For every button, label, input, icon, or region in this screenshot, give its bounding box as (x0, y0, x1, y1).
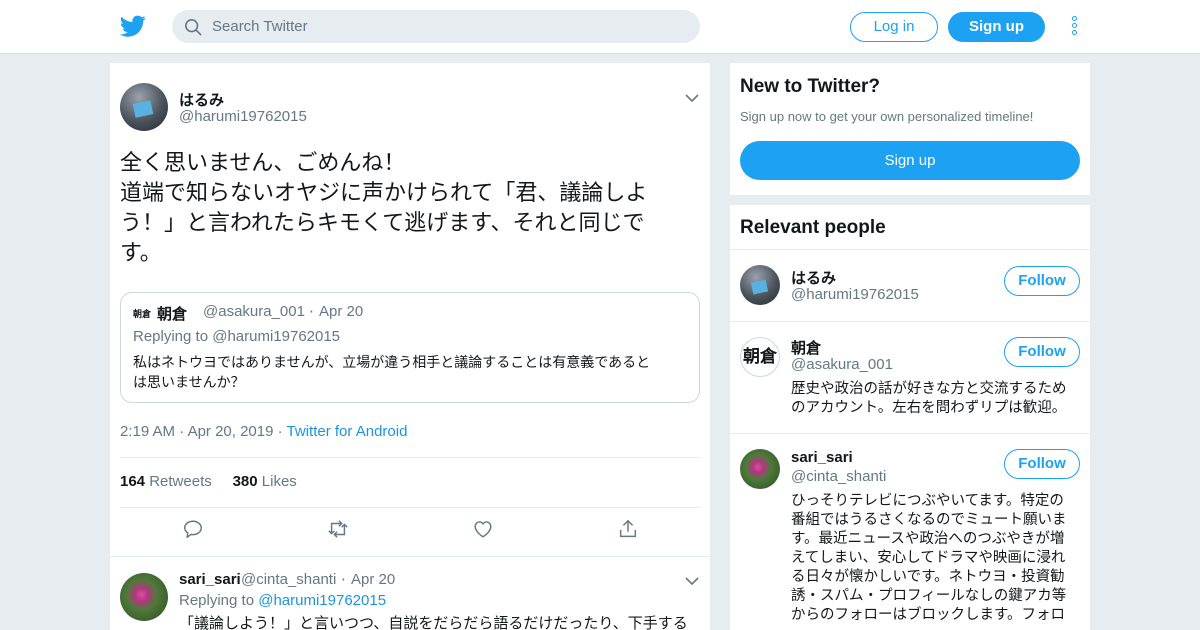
tweet-text-line: 全く思いません、ごめんね！ (120, 151, 406, 176)
bio-line: からのフォローはブロックします。フォロ (791, 607, 1066, 623)
tweet-text-line: う！」と言われたらキモくて逃げます、それと同じで (120, 211, 645, 236)
bio-line: ひっそりテレビにつぶやいてます。特定の (791, 493, 1064, 509)
divider (730, 433, 1090, 434)
bio-line: のアカウント。左右を問わずリプは歓迎。 (791, 400, 1067, 416)
chevron-down-icon[interactable] (685, 576, 699, 586)
quoted-replying-to: Replying to @harumi19762015 (133, 328, 341, 345)
twitter-bird-icon[interactable] (120, 13, 146, 39)
quoted-date: Apr 20 (319, 303, 364, 320)
follow-button[interactable]: Follow (1004, 266, 1080, 296)
person-handle[interactable]: @harumi19762015 (791, 286, 919, 303)
tweet-text-line: す。 (120, 241, 162, 266)
likes-label: Likes (261, 473, 297, 490)
divider (110, 556, 710, 557)
quoted-text: 私はネトウヨではありませんが、立場が違う相手と議論することは有意義であると は思… (133, 353, 693, 393)
bio-line: 歴史や政治の話が好きな方と交流するため (791, 381, 1067, 397)
retweets-count: 164 (120, 473, 146, 490)
separator-dot: · (341, 571, 346, 589)
tweet-time: 2:19 AM (120, 423, 176, 440)
person-handle[interactable]: @asakura_001 (791, 356, 893, 373)
reply-text: 「議論しよう！」と言いつつ、自説をだらだら語るだけだったり、下手する (179, 614, 688, 630)
chevron-down-icon[interactable] (685, 93, 699, 103)
likes-count: 380 (232, 473, 258, 490)
signup-card-title: New to Twitter? (740, 76, 881, 97)
bio-line: 番組ではうるさくなるのでミュート願いま (791, 512, 1067, 528)
separator-dot: · (309, 303, 314, 321)
search-input[interactable] (212, 10, 682, 43)
signup-button[interactable]: Sign up (948, 12, 1045, 42)
retweets-label: Retweets (149, 473, 212, 490)
person-name[interactable]: 朝倉 (791, 337, 821, 358)
follow-button[interactable]: Follow (1004, 449, 1080, 479)
retweet-icon[interactable] (327, 518, 349, 540)
tweet-actions (110, 518, 710, 548)
tweet-metadata: 2:19 AM · Apr 20, 2019 · Twitter for And… (120, 423, 407, 440)
tweet-date: Apr 20, 2019 (187, 423, 274, 440)
sidebar-signup-button[interactable]: Sign up (740, 141, 1080, 180)
reply-replying-to: Replying to @harumi19762015 (179, 592, 386, 609)
divider (730, 321, 1090, 322)
top-navigation-bar: Log in Sign up (0, 0, 1200, 54)
reply-icon[interactable] (182, 518, 204, 540)
quoted-text-line: は思いませんか？ (133, 375, 245, 391)
retweets-stat[interactable]: 164 Retweets (120, 473, 212, 490)
signup-card: New to Twitter? Sign up now to get your … (730, 63, 1090, 195)
person-avatar[interactable] (740, 265, 780, 305)
person-name[interactable]: はるみ (791, 267, 836, 288)
relevant-people-title: Relevant people (740, 217, 886, 238)
bio-line: えてしまい、安心してドラマや映画に浸れ (791, 550, 1066, 566)
tweet-text-line: 道端で知らないオヤジに声かけられて「君、議論しよ (120, 181, 648, 206)
replying-to-label: Replying to (179, 592, 259, 609)
divider (120, 507, 700, 508)
likes-stat[interactable]: 380 Likes (233, 473, 297, 490)
tweet-stats: 164 Retweets 380 Likes (120, 473, 297, 490)
author-avatar[interactable] (120, 83, 168, 131)
author-name[interactable]: はるみ (179, 89, 224, 110)
follow-button[interactable]: Follow (1004, 337, 1080, 367)
quoted-tweet[interactable]: 朝倉 朝倉 @asakura_001 · Apr 20 Replying to … (120, 292, 700, 403)
tweet-source-link[interactable]: Twitter for Android (287, 423, 408, 440)
reply-author-avatar[interactable] (120, 573, 168, 621)
search-bar[interactable] (172, 10, 700, 43)
divider (120, 457, 700, 458)
separator-dot: · (277, 423, 283, 440)
bio-line: す。最近ニュースや政治へのつぶやきが増 (791, 531, 1065, 547)
divider (730, 249, 1090, 250)
search-icon (184, 18, 202, 36)
person-avatar[interactable] (740, 449, 780, 489)
like-icon[interactable] (472, 518, 494, 540)
reply-author-handle[interactable]: @cinta_shanti (241, 571, 336, 588)
reply-date[interactable]: Apr 20 (351, 571, 395, 588)
person-bio: ひっそりテレビにつぶやいてます。特定の 番組ではうるさくなるのでミュート願いま … (791, 492, 1079, 625)
reply-author-name[interactable]: sari_sari (179, 571, 241, 588)
login-button[interactable]: Log in (850, 12, 938, 42)
person-name[interactable]: sari_sari (791, 449, 853, 466)
person-avatar[interactable]: 朝倉 (740, 337, 780, 377)
bio-line: 誘・スパム・プロフィールなしの鍵アカ等 (791, 588, 1067, 604)
separator-dot: · (179, 423, 185, 440)
quoted-text-line: 私はネトウヨではありませんが、立場が違う相手と議論することは有意義であると (133, 355, 651, 371)
avatar-text: 朝倉 (743, 347, 777, 367)
relevant-people-card: Relevant people はるみ @harumi19762015 Foll… (730, 205, 1090, 630)
replying-to-handle-link[interactable]: @harumi19762015 (258, 592, 386, 609)
person-bio: 歴史や政治の話が好きな方と交流するため のアカウント。左右を問わずリプは歓迎。 (791, 380, 1079, 418)
quoted-author-name: 朝倉 (157, 305, 188, 323)
tweet-text: 全く思いません、ごめんね！ 道端で知らないオヤジに声かけられて「君、議論しよ う… (120, 149, 700, 269)
quoted-avatar: 朝倉 (133, 310, 152, 320)
more-vertical-icon[interactable] (1068, 16, 1080, 38)
share-icon[interactable] (617, 518, 639, 540)
signup-card-subtitle: Sign up now to get your own personalized… (740, 109, 1034, 124)
author-handle[interactable]: @harumi19762015 (179, 108, 307, 125)
bio-line: る日々が懐かしいです。ネトウヨ・投資勧 (791, 569, 1065, 585)
tweet-detail-panel: はるみ @harumi19762015 全く思いません、ごめんね！ 道端で知らな… (110, 63, 710, 630)
person-handle[interactable]: @cinta_shanti (791, 468, 886, 485)
quoted-author-handle: @asakura_001 (203, 303, 305, 320)
